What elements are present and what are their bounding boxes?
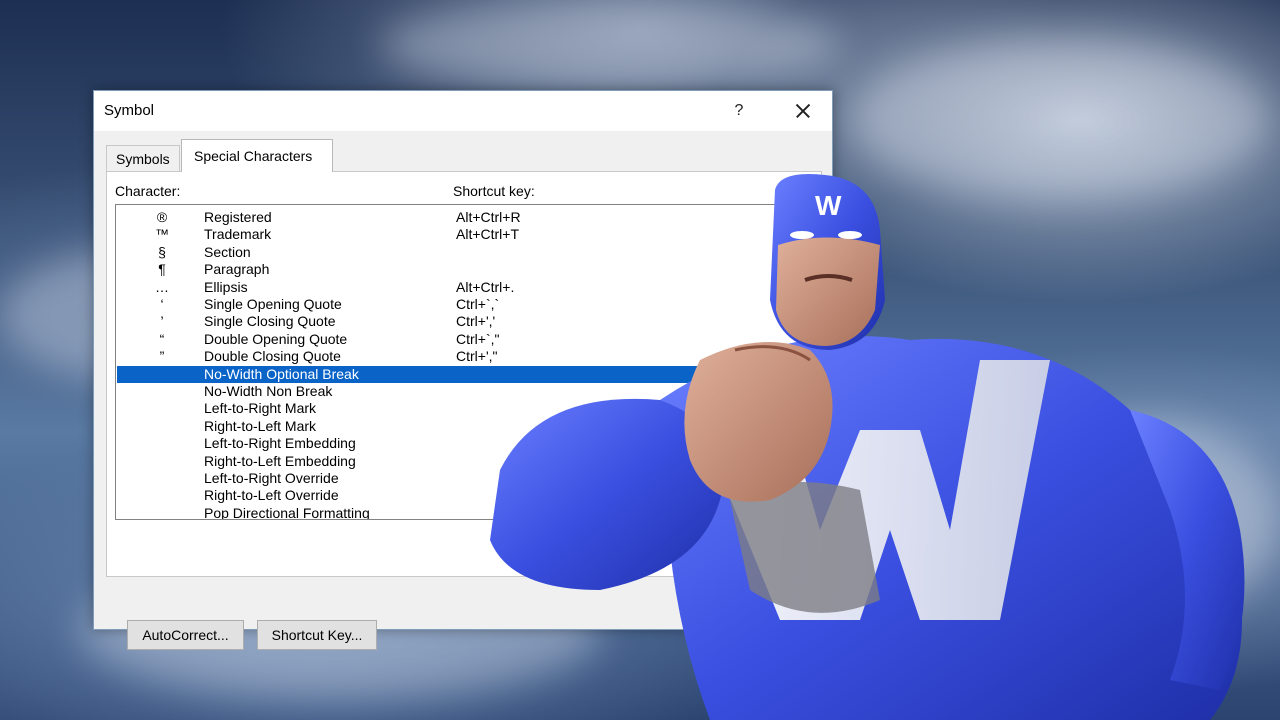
head-letter: W	[815, 190, 842, 221]
character-symbol: ‘	[160, 296, 164, 312]
character-symbol: ¶	[158, 261, 166, 278]
character-name: Trademark	[204, 226, 272, 243]
autocorrect-button[interactable]: AutoCorrect...	[127, 620, 244, 650]
title-bar: Symbol ?	[94, 91, 832, 131]
character-name: Left-to-Right Embedding	[204, 435, 356, 452]
character-name: Single Opening Quote	[204, 296, 342, 312]
character-name: Pop Directional Formatting	[204, 504, 370, 520]
character-symbol: ’	[160, 313, 164, 330]
character-name: Left-to-Right Mark	[204, 400, 317, 417]
character-name: Right-to-Left Embedding	[204, 452, 356, 469]
help-button[interactable]: ?	[724, 97, 754, 125]
character-name: Paragraph	[204, 261, 270, 278]
character-name: Double Closing Quote	[204, 348, 341, 365]
character-symbol: ®	[156, 209, 168, 225]
tab-symbols[interactable]: Symbols	[106, 145, 180, 171]
superhero-mascot: W	[490, 174, 1245, 720]
character-symbol: ™	[155, 226, 169, 243]
character-name: Right-to-Left Mark	[204, 417, 317, 434]
character-name: Left-to-Right Override	[204, 470, 339, 486]
character-name: Right-to-Left Override	[204, 487, 339, 504]
character-symbol: …	[155, 278, 169, 295]
character-column-header: Character:	[115, 183, 181, 199]
close-button[interactable]	[784, 97, 820, 125]
shortcut-key-button[interactable]: Shortcut Key...	[257, 620, 377, 650]
character-name: No-Width Non Break	[204, 383, 333, 399]
character-name: Registered	[204, 209, 272, 225]
character-name: No-Width Optional Break	[204, 365, 359, 382]
tab-special-characters[interactable]: Special Characters	[181, 139, 333, 172]
dialog-title: Symbol	[104, 102, 155, 119]
character-name: Ellipsis	[204, 278, 248, 295]
character-name: Single Closing Quote	[204, 313, 336, 330]
character-name: Double Opening Quote	[204, 330, 348, 347]
character-symbol: “	[159, 330, 165, 347]
character-symbol: §	[158, 243, 166, 260]
cloud	[380, 0, 840, 90]
character-symbol: ”	[159, 348, 165, 365]
character-name: Section	[204, 243, 251, 260]
